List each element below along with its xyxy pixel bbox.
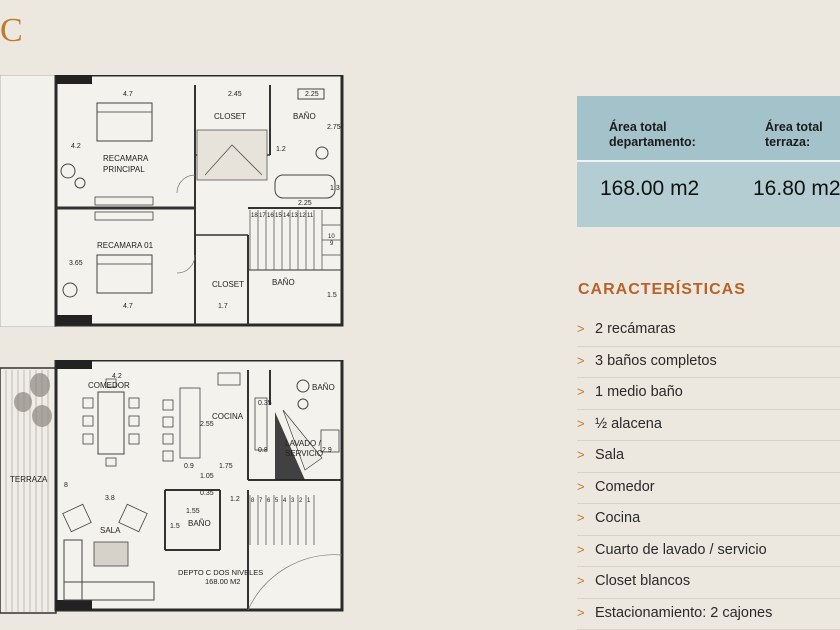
svg-text:18: 18 xyxy=(251,213,258,219)
upper-floor-plan: 4.7 2.45 2.25 4.2 1.2 2.75 1.3 2.25 3.65… xyxy=(0,75,345,327)
dim-label: 0.35 xyxy=(200,490,214,497)
svg-text:12: 12 xyxy=(299,213,306,219)
svg-text:17: 17 xyxy=(259,213,266,219)
dim-label: 4.7 xyxy=(123,303,133,310)
feature-item: >1 medio baño xyxy=(577,378,840,410)
room-label-comedor: COMEDOR xyxy=(88,381,130,390)
room-label-closet: CLOSET xyxy=(212,280,244,289)
feature-item: >3 baños completos xyxy=(577,347,840,378)
dim-label: 1.05 xyxy=(200,473,214,480)
feature-item: > Sala xyxy=(577,441,840,473)
area-table: Área total departamento: Área total terr… xyxy=(577,96,840,227)
dim-label: 0.8 xyxy=(258,447,268,454)
bullet-arrow-icon: > xyxy=(577,573,585,588)
area-terrace-label: Área total terraza: xyxy=(765,120,823,149)
area-table-divider xyxy=(577,160,840,162)
bullet-arrow-icon: > xyxy=(577,478,585,494)
dim-label: 1.2 xyxy=(276,146,286,153)
unit-letter: C xyxy=(0,12,23,49)
dim-label: 2.25 xyxy=(298,200,312,207)
area-dept-label: Área total departamento: xyxy=(609,120,696,149)
svg-text:10: 10 xyxy=(328,234,335,240)
bullet-arrow-icon: > xyxy=(577,541,585,557)
room-label-bano: BAÑO xyxy=(293,112,316,121)
bullet-arrow-icon: > xyxy=(577,447,585,462)
features-list: >2 recámaras >3 baños completos >1 medio… xyxy=(577,315,840,630)
svg-text:13: 13 xyxy=(291,213,298,219)
dim-label: 1.2 xyxy=(230,496,240,503)
bullet-arrow-icon: > xyxy=(577,415,585,431)
room-label-sala: SALA xyxy=(100,526,121,535)
dim-label: 1.5 xyxy=(170,523,180,530)
plan-footer-area: 168.00 M2 xyxy=(205,577,240,586)
dim-label: 3.65 xyxy=(69,260,83,267)
plan-footer-label: DEPTO C DOS NIVELES xyxy=(178,568,263,577)
feature-item: > ½ alacena xyxy=(577,410,840,441)
room-label-bano: BAÑO xyxy=(188,519,211,528)
room-label-recamara-01: RECAMARA 01 xyxy=(97,241,154,250)
bullet-arrow-icon: > xyxy=(577,604,585,620)
room-label-cocina: COCINA xyxy=(212,412,244,421)
dim-label: 4.2 xyxy=(112,373,122,380)
area-terrace-value: 16.80 m2 xyxy=(753,177,840,200)
dim-label: 1.5 xyxy=(327,292,337,299)
bullet-arrow-icon: > xyxy=(577,510,585,525)
room-label-closet: CLOSET xyxy=(214,112,246,121)
dim-label: 8 xyxy=(64,482,68,489)
feature-item: > Cocina xyxy=(577,504,840,536)
dim-label: 2.25 xyxy=(305,91,319,98)
feature-item: > Closet blancos xyxy=(577,567,840,599)
dim-label: 2.55 xyxy=(200,421,214,428)
dim-label: 2.9 xyxy=(322,447,332,454)
area-dept-value: 168.00 m2 xyxy=(600,177,700,200)
svg-text:15: 15 xyxy=(275,213,282,219)
dim-label: 0.9 xyxy=(184,463,194,470)
room-label-lavado: LAVADO / SERVICIO xyxy=(285,439,323,458)
feature-item: > Estacionamiento: 2 cajones xyxy=(577,599,840,630)
dim-label: 1.7 xyxy=(218,303,228,310)
feature-item: > Comedor xyxy=(577,473,840,504)
lower-floor-plan: 4.2 8 3.8 2.55 0.9 1.75 1.05 0.35 1.2 0.… xyxy=(0,360,345,615)
dim-label: 2.75 xyxy=(327,124,341,131)
svg-text:11: 11 xyxy=(307,213,314,219)
dim-label: 4.7 xyxy=(123,91,133,98)
bullet-arrow-icon: > xyxy=(577,384,585,399)
feature-item: > Cuarto de lavado / servicio xyxy=(577,536,840,567)
bullet-arrow-icon: > xyxy=(577,352,585,368)
room-label-bano: BAÑO xyxy=(312,383,335,392)
bullet-arrow-icon: > xyxy=(577,321,585,336)
dim-label: 1.75 xyxy=(219,463,233,470)
dim-label: 1.55 xyxy=(186,508,200,515)
svg-text:16: 16 xyxy=(267,213,274,219)
svg-text:14: 14 xyxy=(283,213,290,219)
feature-item: >2 recámaras xyxy=(577,315,840,347)
dim-label: 0.35 xyxy=(258,400,272,407)
dim-label: 3.8 xyxy=(105,495,115,502)
features-title: CARACTERÍSTICAS xyxy=(578,281,746,298)
dim-label: 1.3 xyxy=(330,185,340,192)
dim-label: 4.2 xyxy=(71,143,81,150)
room-label-bano: BAÑO xyxy=(272,278,295,287)
room-label-terraza: TERRAZA xyxy=(10,475,48,484)
dim-label: 2.45 xyxy=(228,91,242,98)
